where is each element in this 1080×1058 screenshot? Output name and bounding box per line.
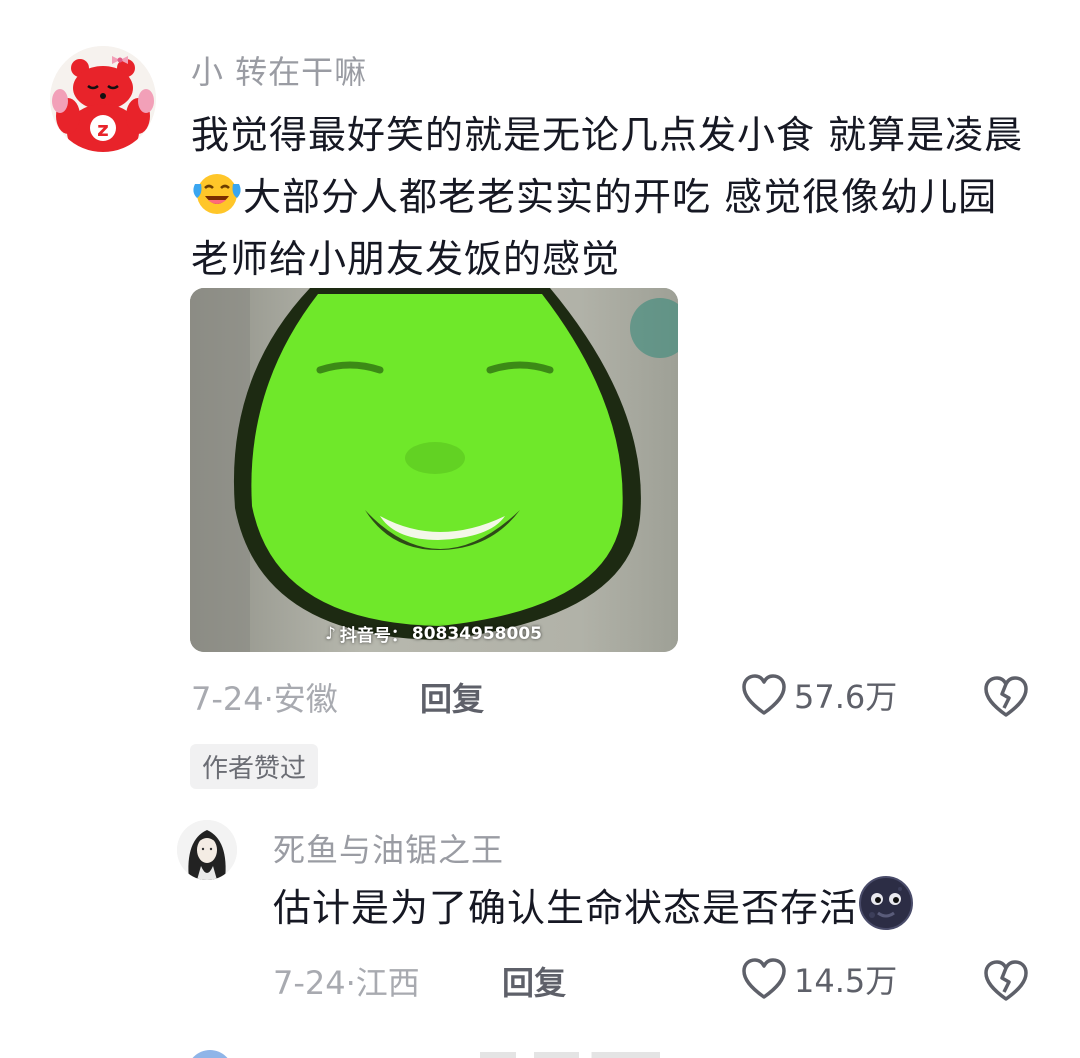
reply-like-button[interactable]: 14.5万 [740, 956, 897, 1002]
comment-meta: 7-24·安徽 [191, 680, 338, 718]
reply-username[interactable]: 死鱼与油锯之王 [273, 825, 504, 871]
comment-text: 我觉得最好笑的就是无论几点发小食 就算是凌晨 大部分人都老老实实的开吃 感觉很像… [191, 104, 1031, 290]
dislike-button[interactable] [982, 674, 1030, 724]
avatar[interactable]: z [50, 46, 156, 152]
broken-heart-icon [984, 676, 1028, 717]
tiktok-logo-icon: ♪ [325, 623, 336, 644]
green-face-sticker-icon [190, 288, 678, 652]
reply-dislike-button[interactable] [982, 958, 1030, 1008]
comment-text-part1: 我觉得最好笑的就是无论几点发小食 就算是凌晨 [191, 113, 1024, 157]
reply-like-count: 14.5万 [794, 962, 898, 1000]
watermark-label: 抖音号： [339, 626, 408, 646]
laughing-crying-emoji-icon [191, 172, 243, 216]
comment-username[interactable]: 小 转在干嘛 [191, 47, 367, 93]
long-hair-character-icon [177, 820, 237, 880]
reply-meta: 7-24·江西 [273, 964, 420, 1002]
red-bear-sleeping-icon: z [50, 46, 156, 152]
author-liked-badge: 作者赞过 [190, 744, 319, 789]
like-button[interactable]: 57.6万 [740, 672, 897, 718]
sticker-image[interactable]: ♪ 抖音号： 80834958005 [190, 288, 678, 652]
reply-avatar[interactable] [177, 820, 237, 880]
next-comment-avatar[interactable] [187, 1050, 233, 1058]
reply-text: 估计是为了确认生命状态是否存活 [273, 875, 914, 939]
sticker-watermark: ♪ 抖音号： 80834958005 [325, 621, 542, 647]
heart-outline-icon [742, 674, 786, 715]
reply-text-content: 估计是为了确认生命状态是否存活 [273, 886, 859, 930]
comment-text-part2: 大部分人都老老实实的开吃 感觉很像幼儿园老师给小朋友发饭的感觉 [191, 175, 998, 281]
broken-heart-icon [984, 960, 1028, 1001]
watermark-id: 80834958005 [411, 623, 542, 644]
comment-thread: z 小 转在干嘛 我觉得最好笑的就是无论几点发小食 就算是凌晨 大部分人都老老实… [0, 0, 1080, 1058]
heart-outline-icon [742, 958, 786, 999]
dark-moon-face-emoji-icon [858, 875, 914, 931]
next-comment-username [480, 1052, 660, 1058]
reply-reply-button[interactable]: 回复 [502, 958, 566, 1004]
svg-text:z: z [97, 117, 109, 141]
reply-button[interactable]: 回复 [420, 674, 484, 720]
like-count: 57.6万 [794, 678, 898, 716]
